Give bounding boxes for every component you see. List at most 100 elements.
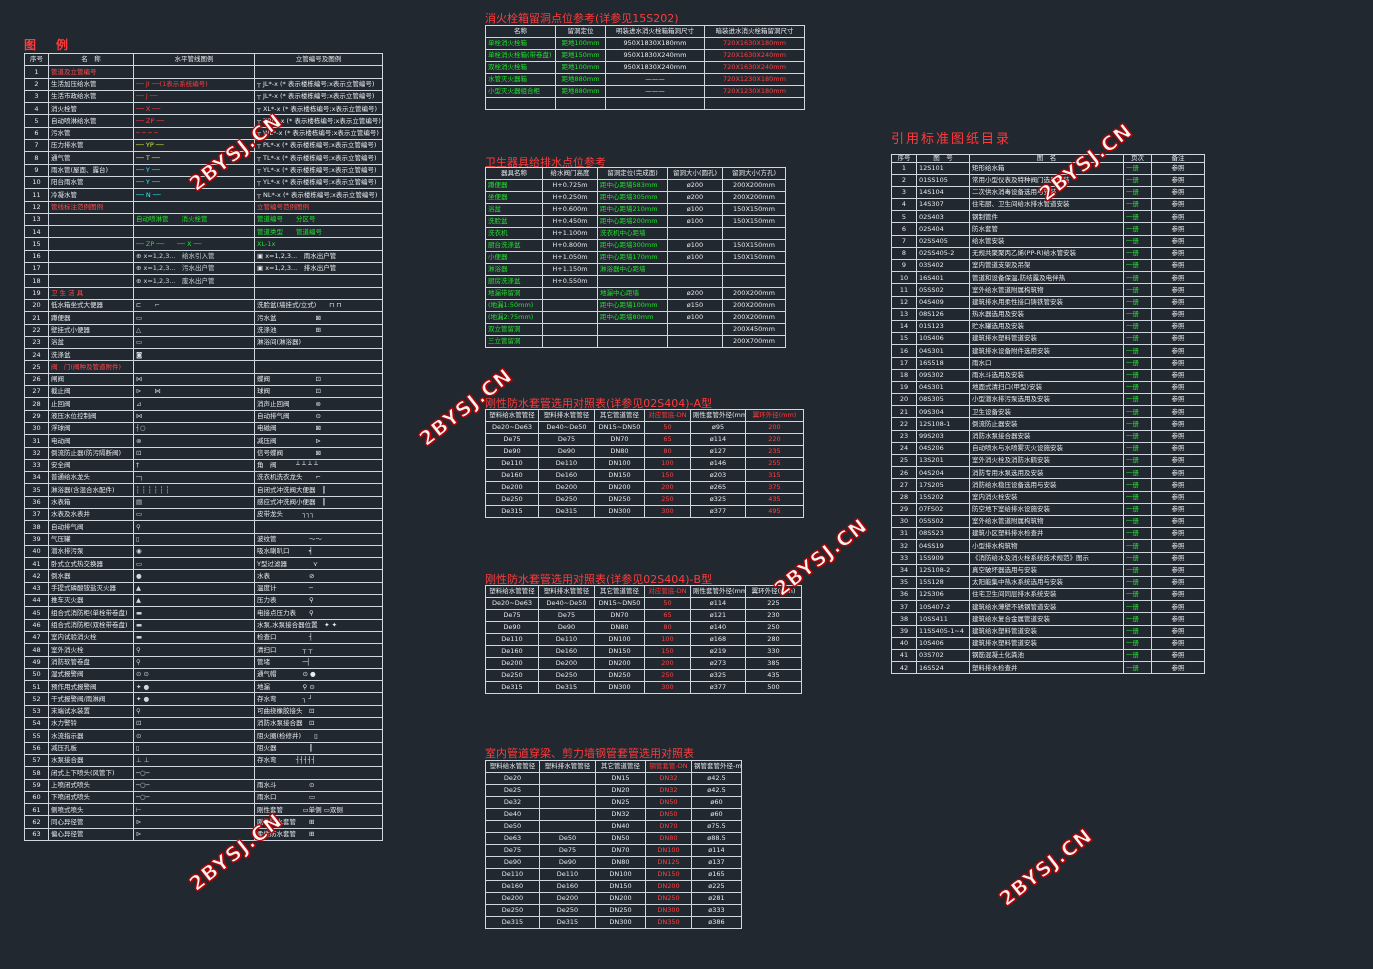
table-cell: DN150 [594,469,645,482]
legend-name: 同心异径管 [48,815,134,829]
table-cell: 200X200mm [722,287,786,300]
vertical-symbol [254,520,383,534]
table-row: 11 05SS02 室外给水管道附属构筑物 一册 参照 [891,283,1205,297]
table-cell: ø121 [690,609,746,622]
vertical-symbol: 皮带龙头 ┐┐┐ [254,507,383,522]
table-cell: ø127 [690,445,746,458]
table-row: 55 水流指示器 ⊙ 阻火圈(检修井) ▯ [24,729,383,743]
table-cell: 一册 [1123,283,1152,297]
row-number: 6 [24,126,49,141]
table-cell [667,263,723,276]
table-cell: 一册 [1123,612,1152,626]
table-row: 34 普通给水龙头 ─┐ 洗衣机洗衣龙头 ⌐ [24,471,383,485]
row-number: 52 [24,692,49,706]
legend-name: 水表及水表井 [48,507,134,522]
table-cell: 热水器选用及安装 [969,307,1124,321]
legend-name: 通气管 [48,151,134,165]
table-row: 18 ⊕ x=1,2,3... 废水出户管 [24,274,383,288]
table-cell: De200 [538,657,595,670]
table-row: 坐便器 H+0.250m 距中心距墙305mm ø200 200X200mm [485,191,786,204]
table-cell: DN300 [594,681,645,694]
horizontal-symbol: ⊙ ⊙ [133,667,255,682]
table-cell: 500 [745,681,802,694]
legend-name [48,225,134,239]
row-number: 32 [24,446,49,460]
table-cell: 230 [745,609,802,622]
vertical-symbol: 阻火器 ┃ [254,741,383,755]
table-row: De160 De160 DN150 150 ø203 315 [485,469,804,482]
column-header: 器具名称 [485,167,543,180]
table-cell: ø200 [667,287,723,300]
row-number: 48 [24,643,49,657]
table-cell: 距中心距墙210mm [597,203,668,216]
horizontal-symbol: ── N ── [133,188,255,202]
horizontal-symbol [133,65,255,79]
table-cell: De315 [538,681,595,694]
table-cell [722,227,786,240]
table-row: De250 De250 DN250 250 ø325 435 [485,493,804,506]
table-row: 32 04SS19 小型排水构筑物 一册 参照 [891,539,1205,553]
table-cell: 35 [891,575,917,590]
table-cell: ø219 [690,645,746,658]
row-number: 33 [24,458,49,473]
table-cell: ø225 [691,880,742,893]
legend-name: 自动喷淋给水管 [48,114,134,128]
table-cell: ø325 [690,669,746,682]
legend-name: 压力排水管 [48,139,134,153]
vertical-symbol [254,274,383,288]
legend-name: 室外消火栓 [48,643,134,657]
table-cell: DN250 [594,669,645,682]
row-number: 14 [24,225,49,239]
table-cell: 建筑排水设备附件选用安装 [969,344,1124,358]
table-cell: 10S406 [916,332,970,346]
table-cell: 参照 [1151,429,1205,443]
table-row: 25 13S201 室外消火栓及消防水鹤安装 一册 参照 [891,453,1205,468]
table-cell: 09S302 [916,368,970,382]
table-cell: 24 [891,441,917,456]
table-cell: De75 [538,433,595,446]
horizontal-symbol: ● [133,569,255,583]
table-row: 18 09S302 雨水斗选用及安装 一册 参照 [891,368,1205,382]
horizontal-symbol: ▭ [133,557,255,571]
table-cell: 建筑给水薄壁不锈钢管道安装 [969,600,1124,614]
table-cell: 参照 [1151,417,1205,431]
table-cell: DN70 [645,820,692,833]
table-cell: 14S104 [916,185,970,200]
table-cell: 720X1630X180mm [704,37,805,50]
table-cell: ø168 [690,633,746,646]
vertical-symbol [254,766,383,780]
table-cell: De160 [485,645,539,658]
table-row: 56 减压孔板 ▯ 阻火器 ┃ [24,741,383,755]
table-cell: 塑料排水检查井 [969,661,1124,675]
table-cell: 洗衣机 [485,227,543,240]
row-number: 58 [24,766,49,780]
table-row: 2 生活加压给水管 ── JI ──(1表示系统编号) ┬ JL*-x (* 表示楼栋… [24,77,383,91]
horizontal-symbol: ── JI ──(1表示系统编号) [133,77,255,91]
row-number: 53 [24,704,49,719]
table-row: 52 干式报警阀/雨淋阀 ✦ ● 存水弯 ┐ ┘ [24,692,383,706]
table-cell: 参照 [1151,319,1205,334]
horizontal-symbol: ⊡ [133,717,255,731]
row-number: 29 [24,409,49,423]
table-cell: 三立管留洞 [485,335,543,348]
table-cell: 参照 [1151,661,1205,675]
column-header: 给水阀门高度 [542,167,598,180]
table-row: 39 11SS405-1~4 建筑给水塑料管道安装 一册 参照 [891,624,1205,638]
table-cell: DN300 [645,904,692,917]
catalog-table: 序号图 号图 名页次 备注 1 12S101 矩形给水箱 一册 参照 2 01SS105 常用小型… [891,154,1205,675]
table-cell: 39 [891,624,917,638]
table-cell: 真空破坏器选用与安装 [969,563,1124,577]
vertical-symbol: 清扫口 ┬ ┬ [254,643,383,657]
horizontal-symbol: ▭ [133,507,255,522]
table-cell: De200 [485,892,540,905]
column-header: 钢管套管-DN [645,760,692,773]
table-row: De315 De315 DN300 300 ø377 495 [485,505,804,518]
table-cell: ø100 [667,215,723,228]
column-header: 钢管套管外径-mm [691,760,742,773]
table-cell: 浴盆 [485,203,543,216]
table-cell: ø265 [690,481,746,494]
table-cell: 7 [891,234,917,248]
legend-name: 消火栓管 [48,102,134,116]
table-row: 46 组合式消防柜(双栓带卷盘) ▬ 水泵,水泵接合器位置 ✦ ✦ [24,618,383,632]
table-cell: 10 [891,271,917,285]
